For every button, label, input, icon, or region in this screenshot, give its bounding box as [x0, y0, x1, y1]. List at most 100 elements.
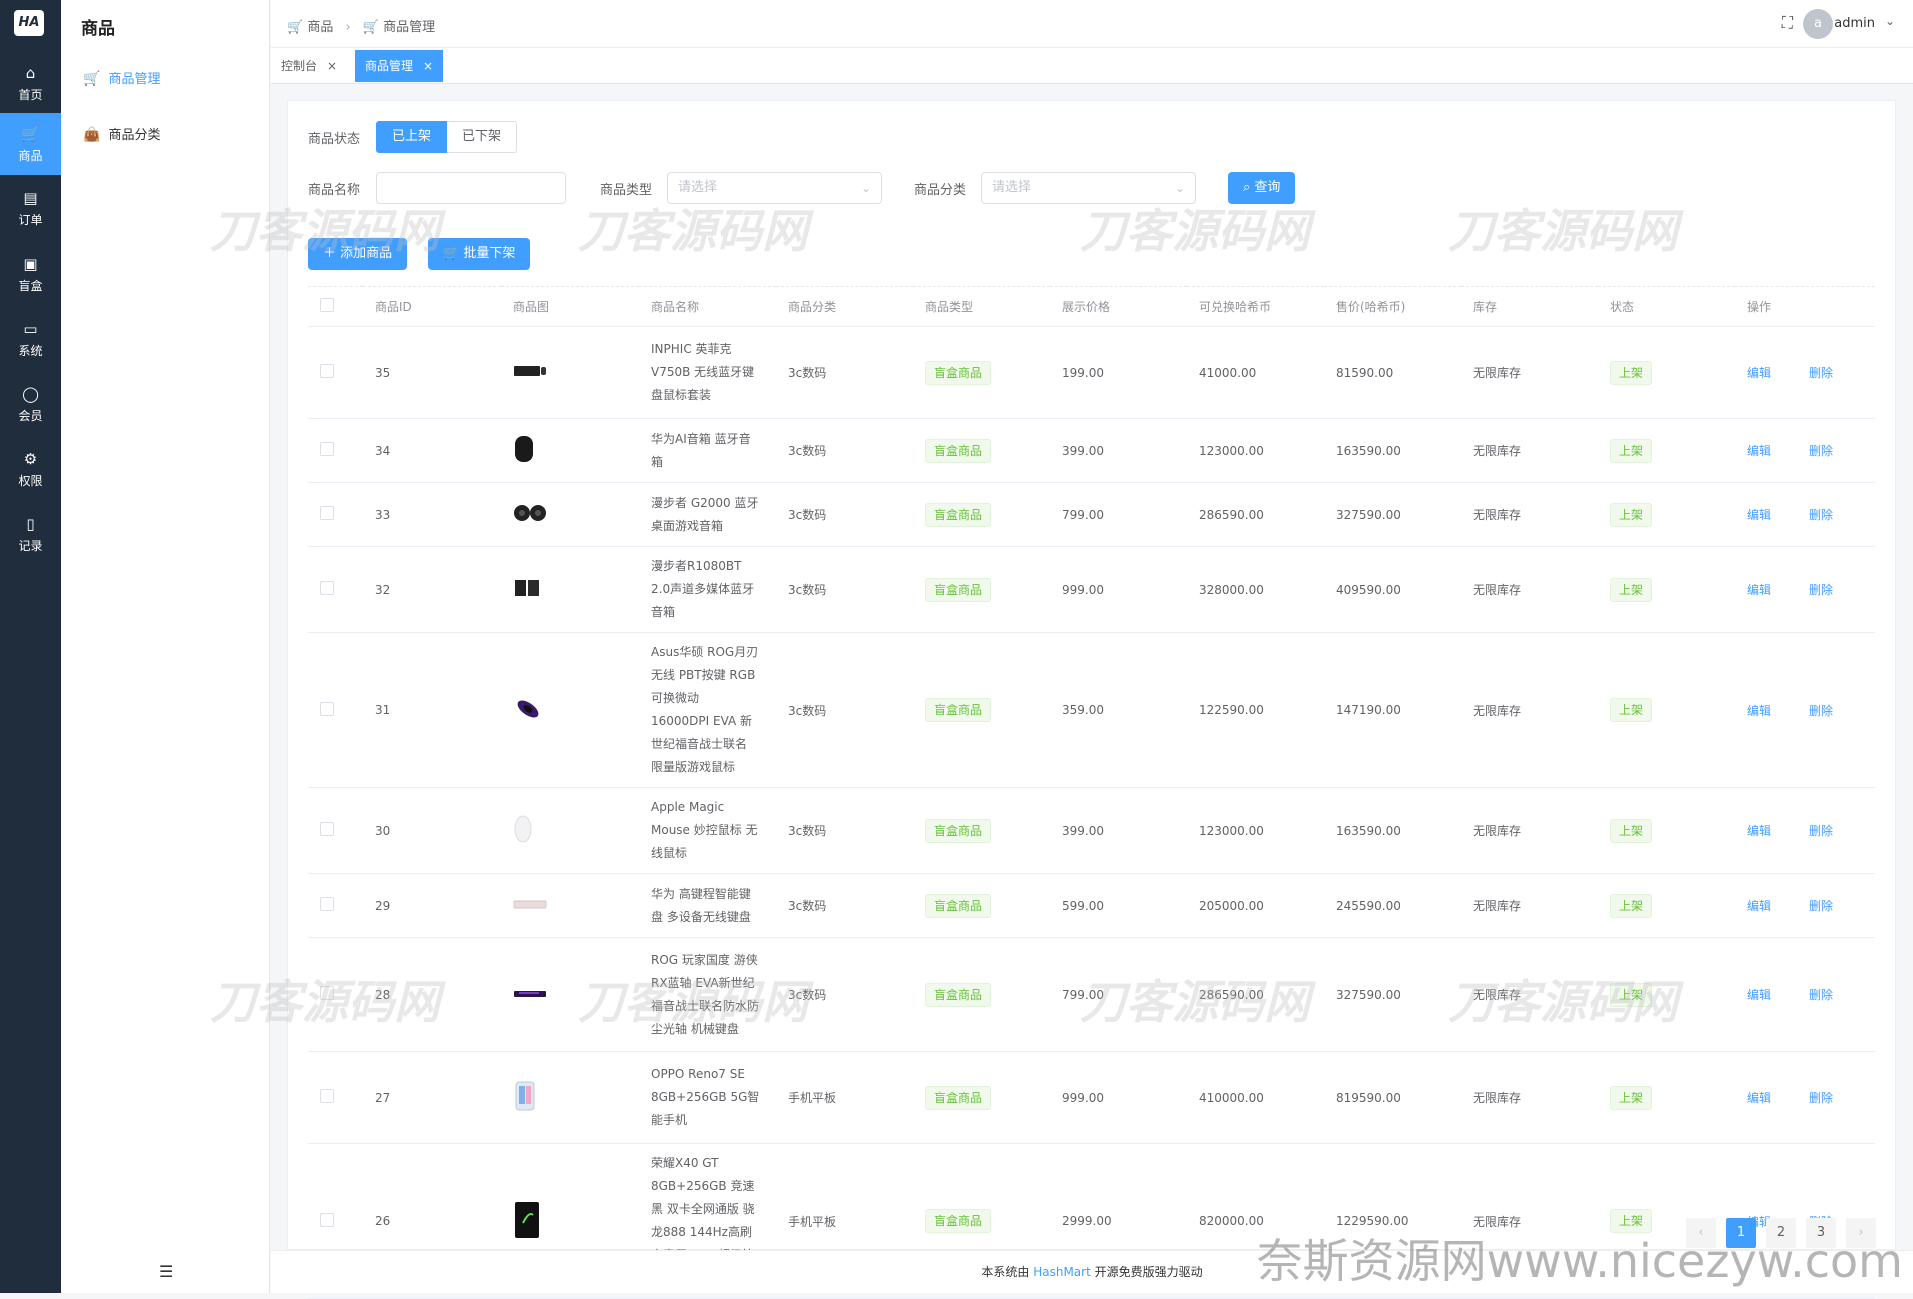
delete-link[interactable]: 删除 — [1809, 988, 1833, 1002]
status-listed-button[interactable]: 已上架 — [376, 121, 448, 153]
product-thumbnail — [513, 988, 547, 1002]
edit-link[interactable]: 编辑 — [1747, 583, 1771, 597]
row-checkbox[interactable] — [320, 364, 334, 378]
delete-link[interactable]: 删除 — [1809, 704, 1833, 718]
sale-price-cell: 327590.00 — [1324, 937, 1461, 1052]
exchange-hash-cell: 286590.00 — [1187, 482, 1324, 547]
table-row: 33 漫步者 G2000 蓝牙桌面游戏音箱 3c数码 盲盒商品 799.00 286590… — [308, 482, 1875, 547]
product-thumbnail — [513, 578, 541, 601]
status-badge: 上架 — [1610, 893, 1653, 918]
delete-link[interactable]: 删除 — [1809, 1091, 1833, 1105]
sale-price-cell: 819590.00 — [1324, 1051, 1461, 1144]
sale-price-cell: 327590.00 — [1324, 482, 1461, 547]
status-badge: 上架 — [1610, 698, 1653, 722]
status-filter-label: 商品状态 — [308, 132, 361, 147]
display-price-cell: 399.00 — [1050, 787, 1187, 874]
table-row: 27 OPPO Reno7 SE 8GB+256GB 5G智能手机 手机平板 盲盒商品… — [308, 1051, 1875, 1144]
product-name-cell: 华为AI音箱 蓝牙音箱 — [639, 418, 776, 483]
row-checkbox[interactable] — [320, 1212, 334, 1227]
footer-link[interactable]: HashMart — [1033, 1265, 1091, 1279]
rail-item[interactable]: ▯ 记录 — [0, 503, 61, 565]
row-checkbox[interactable] — [320, 701, 334, 716]
sale-price-cell: 147190.00 — [1324, 632, 1461, 788]
product-thumbnail — [513, 696, 543, 725]
document-icon: ▤ — [23, 189, 38, 207]
chevron-down-icon[interactable]: ⌄ — [1885, 14, 1895, 28]
rail-item[interactable]: ⌂ 首页 — [0, 52, 61, 114]
tab-dashboard[interactable]: 控制台 × — [271, 50, 347, 82]
rail-item[interactable]: ▭ 系统 — [0, 308, 61, 370]
product-id-cell: 35 — [363, 326, 501, 419]
breadcrumb-item[interactable]: 商品 — [307, 20, 333, 35]
edit-link[interactable]: 编辑 — [1747, 1091, 1771, 1105]
sale-price-cell: 81590.00 — [1324, 326, 1461, 419]
edit-link[interactable]: 编辑 — [1747, 988, 1771, 1002]
submenu-item-product-category[interactable]: 👜 商品分类 — [83, 124, 160, 143]
delete-link[interactable]: 删除 — [1809, 508, 1833, 522]
rail-item[interactable]: 🛒 商品 — [0, 113, 61, 175]
row-checkbox[interactable] — [320, 1089, 334, 1103]
row-checkbox[interactable] — [320, 506, 334, 520]
delete-link[interactable]: 删除 — [1809, 444, 1833, 458]
edit-link[interactable]: 编辑 — [1747, 704, 1771, 718]
column-header: 操作 — [1735, 286, 1875, 327]
status-badge: 上架 — [1610, 502, 1653, 527]
notebook-icon: ▯ — [26, 515, 35, 533]
rail-item[interactable]: ▤ 订单 — [0, 177, 61, 239]
status-unlisted-button[interactable]: 已下架 — [447, 121, 518, 153]
stock-cell: 无限库存 — [1461, 418, 1598, 483]
delete-link[interactable]: 删除 — [1809, 366, 1833, 380]
corner-watermark: 奈斯资源网www.nicezyw.com — [1256, 1234, 1903, 1288]
close-icon[interactable]: × — [327, 59, 337, 73]
user-icon: ◯ — [22, 385, 39, 403]
edit-link[interactable]: 编辑 — [1747, 444, 1771, 458]
submenu-item-product-management[interactable]: 🛒 商品管理 — [83, 68, 160, 87]
display-price-cell: 199.00 — [1050, 326, 1187, 419]
batch-unlist-button[interactable]: 🛒 批量下架 — [428, 238, 531, 270]
rail-item[interactable]: ◯ 会员 — [0, 373, 61, 435]
fullscreen-icon[interactable]: ⛶ — [1782, 13, 1793, 33]
edit-link[interactable]: 编辑 — [1747, 366, 1771, 380]
product-category-cell: 3c数码 — [776, 787, 913, 874]
watermark: 刀客源码网 — [210, 975, 440, 1029]
table-row: 30 Apple Magic Mouse 妙控鼠标 无线鼠标 3c数码 盲盒商品 399… — [308, 787, 1875, 874]
delete-link[interactable]: 删除 — [1809, 899, 1833, 913]
delete-link[interactable]: 删除 — [1809, 824, 1833, 838]
edit-link[interactable]: 编辑 — [1747, 899, 1771, 913]
product-thumbnail — [513, 503, 547, 526]
product-name-cell: Apple Magic Mouse 妙控鼠标 无线鼠标 — [639, 787, 776, 874]
rail-item[interactable]: ⚙ 权限 — [0, 438, 61, 500]
product-table: 商品ID 商品图 商品名称 商品分类 商品类型 展示价格 可兑换哈希币 售价(哈… — [308, 286, 1875, 1299]
avatar[interactable]: a — [1803, 9, 1833, 39]
product-id-cell: 30 — [363, 787, 501, 874]
rail-item[interactable]: ▣ 盲盒 — [0, 243, 61, 305]
display-price-cell: 359.00 — [1050, 632, 1187, 788]
cart-icon: 🛒 — [362, 20, 380, 35]
edit-link[interactable]: 编辑 — [1747, 508, 1771, 522]
select-all-checkbox[interactable] — [320, 298, 334, 312]
select-placeholder: 请选择 — [678, 180, 718, 195]
cart-icon: 🛒 — [443, 246, 464, 261]
close-icon[interactable]: × — [423, 59, 433, 73]
product-category-cell: 3c数码 — [776, 873, 913, 938]
exchange-hash-cell: 41000.00 — [1187, 326, 1324, 419]
rail-item-label: 记录 — [18, 539, 43, 553]
collapse-menu-icon[interactable]: ☰ — [159, 1262, 173, 1281]
cart-icon: 🛒 — [83, 71, 101, 87]
column-header: 商品ID — [363, 286, 501, 327]
row-checkbox[interactable] — [320, 822, 334, 836]
row-checkbox[interactable] — [320, 897, 334, 911]
footer-suffix: 开源免费版强力驱动 — [1090, 1265, 1203, 1279]
row-checkbox[interactable] — [320, 442, 334, 456]
tab-label: 控制台 — [281, 59, 318, 73]
edit-link[interactable]: 编辑 — [1747, 824, 1771, 838]
home-icon: ⌂ — [25, 64, 36, 82]
tab-product-management[interactable]: 商品管理 × — [355, 50, 444, 82]
table-row: 29 华为 高键程智能键盘 多设备无线键盘 3c数码 盲盒商品 599.00 205000… — [308, 873, 1875, 938]
product-thumbnail — [513, 363, 547, 382]
delete-link[interactable]: 删除 — [1809, 583, 1833, 597]
stock-cell: 无限库存 — [1461, 787, 1598, 874]
username[interactable]: admin — [1834, 16, 1875, 31]
row-checkbox[interactable] — [320, 581, 334, 595]
product-id-cell: 32 — [363, 546, 501, 633]
